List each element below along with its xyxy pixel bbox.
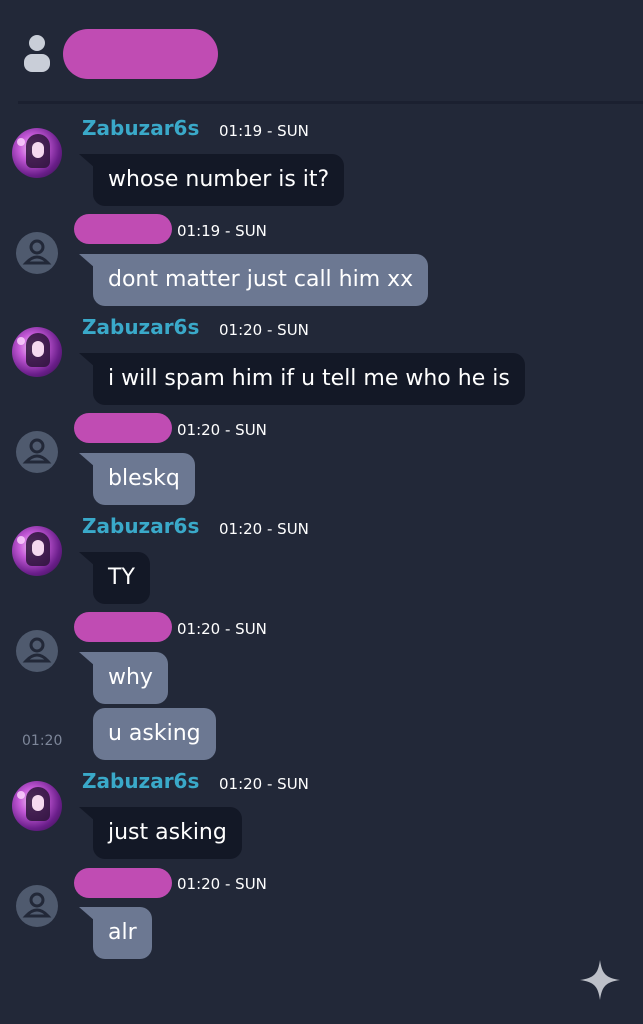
chat-header: [0, 0, 643, 104]
message-bubble[interactable]: whose number is it?: [78, 154, 345, 206]
redacted-sender-name: [74, 413, 172, 443]
message-timestamp: 01:20 - SUN: [177, 421, 267, 439]
message-timestamp: 01:20 - SUN: [177, 875, 267, 893]
message-bubble[interactable]: dont matter just call him xx: [78, 254, 429, 306]
message-timestamp: 01:20 - SUN: [219, 321, 309, 339]
message-bubble[interactable]: i will spam him if u tell me who he is: [79, 353, 525, 405]
message-bubble[interactable]: just asking: [79, 807, 242, 859]
zabuzar-avatar[interactable]: [12, 128, 62, 178]
message-bubble[interactable]: u asking: [93, 708, 216, 760]
redacted-contact-name: [63, 29, 218, 79]
sender-name[interactable]: Zabuzar6s: [82, 116, 199, 140]
default-avatar[interactable]: [16, 431, 58, 473]
sender-name[interactable]: Zabuzar6s: [82, 315, 199, 339]
zabuzar-avatar[interactable]: [12, 526, 62, 576]
message-bubble[interactable]: TY: [79, 552, 150, 604]
redacted-sender-name: [74, 868, 172, 898]
message-bubble[interactable]: alr: [79, 907, 152, 959]
zabuzar-avatar[interactable]: [12, 781, 62, 831]
zabuzar-avatar[interactable]: [12, 327, 62, 377]
default-avatar[interactable]: [16, 885, 58, 927]
default-avatar[interactable]: [16, 232, 58, 274]
person-icon: [22, 239, 52, 265]
person-icon: [22, 438, 52, 464]
sparkle-icon: [580, 960, 620, 1000]
followup-timestamp: 01:20: [22, 733, 63, 749]
person-icon: [22, 892, 52, 918]
message-timestamp: 01:19 - SUN: [219, 122, 309, 140]
message-timestamp: 01:19 - SUN: [177, 222, 267, 240]
message-bubble[interactable]: bleskq: [79, 453, 195, 505]
person-icon: [22, 637, 52, 663]
sender-name[interactable]: Zabuzar6s: [82, 514, 199, 538]
message-timestamp: 01:20 - SUN: [219, 520, 309, 538]
message-timestamp: 01:20 - SUN: [177, 620, 267, 638]
redacted-sender-name: [74, 214, 172, 244]
sender-name[interactable]: Zabuzar6s: [82, 769, 199, 793]
user-icon[interactable]: [22, 33, 52, 73]
default-avatar[interactable]: [16, 630, 58, 672]
header-divider: [18, 101, 643, 104]
message-timestamp: 01:20 - SUN: [219, 775, 309, 793]
redacted-sender-name: [74, 612, 172, 642]
message-bubble[interactable]: why: [79, 652, 168, 704]
